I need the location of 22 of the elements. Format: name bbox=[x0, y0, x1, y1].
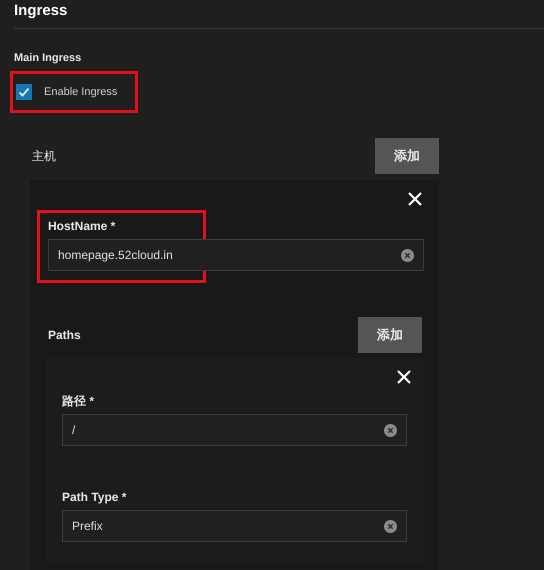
section-title: Ingress bbox=[13, 1, 68, 21]
field-label: 路径 * bbox=[62, 394, 96, 408]
clear-icon[interactable] bbox=[384, 424, 397, 436]
field-value: Prefix bbox=[72, 518, 104, 535]
close-icon[interactable] bbox=[408, 192, 422, 206]
add-button[interactable]: 添加 bbox=[375, 138, 439, 174]
close-icon[interactable] bbox=[397, 370, 411, 384]
clear-icon[interactable] bbox=[384, 520, 397, 532]
text-field[interactable]: homepage.52cloud.in bbox=[48, 239, 424, 271]
field-label: HostName * bbox=[48, 219, 116, 233]
text-field[interactable]: / bbox=[62, 414, 407, 446]
field-label: Path Type * bbox=[62, 490, 128, 504]
checkbox[interactable] bbox=[16, 84, 32, 100]
clear-icon[interactable] bbox=[401, 248, 414, 262]
field-value: homepage.52cloud.in bbox=[58, 247, 174, 264]
section-label: 主机 bbox=[31, 148, 56, 165]
field-value: / bbox=[72, 422, 76, 439]
add-button[interactable]: 添加 bbox=[358, 317, 422, 353]
section-label: Paths bbox=[48, 327, 81, 344]
text-field[interactable]: Prefix bbox=[62, 510, 407, 542]
section-heading: Main Ingress bbox=[13, 51, 82, 66]
checkbox-label: Enable Ingress bbox=[44, 84, 118, 100]
